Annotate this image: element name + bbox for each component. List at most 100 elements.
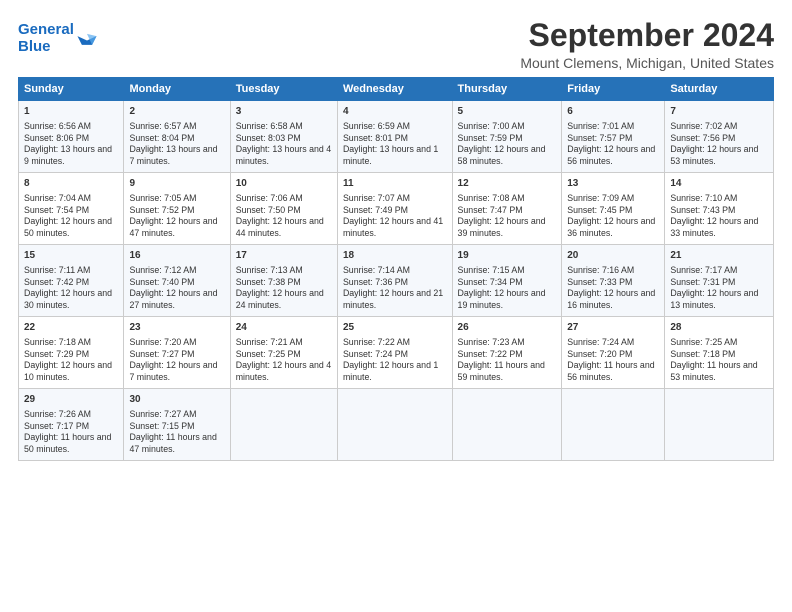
col-header-wednesday: Wednesday <box>337 78 452 101</box>
calendar-cell: 22Sunrise: 7:18 AMSunset: 7:29 PMDayligh… <box>19 317 124 389</box>
day-number: 28 <box>670 321 768 335</box>
day-info-line: Sunrise: 7:09 AM <box>567 193 634 203</box>
col-header-saturday: Saturday <box>665 78 774 101</box>
day-info-line: Sunrise: 7:18 AM <box>24 337 91 347</box>
day-info-line: Sunset: 7:18 PM <box>670 349 735 359</box>
day-info-line: Sunset: 7:38 PM <box>236 277 301 287</box>
day-info-line: Sunset: 7:52 PM <box>129 205 194 215</box>
day-number: 24 <box>236 321 332 335</box>
day-info-line: Daylight: 12 hours and 19 minutes. <box>458 288 546 310</box>
day-number: 3 <box>236 105 332 119</box>
day-info-line: Sunset: 7:43 PM <box>670 205 735 215</box>
day-info-line: Sunset: 7:17 PM <box>24 421 89 431</box>
calendar-cell: 10Sunrise: 7:06 AMSunset: 7:50 PMDayligh… <box>230 173 337 245</box>
day-info-line: Sunset: 8:06 PM <box>24 133 89 143</box>
day-info-line: Sunrise: 7:10 AM <box>670 193 737 203</box>
calendar-cell: 16Sunrise: 7:12 AMSunset: 7:40 PMDayligh… <box>124 245 230 317</box>
day-number: 1 <box>24 105 118 119</box>
day-info-line: Sunrise: 7:14 AM <box>343 265 410 275</box>
day-info-line: Sunrise: 7:23 AM <box>458 337 525 347</box>
day-number: 23 <box>129 321 224 335</box>
calendar-week-row: 15Sunrise: 7:11 AMSunset: 7:42 PMDayligh… <box>19 245 774 317</box>
logo-text: General Blue <box>18 22 74 55</box>
calendar-week-row: 1Sunrise: 6:56 AMSunset: 8:06 PMDaylight… <box>19 101 774 173</box>
day-info-line: Daylight: 13 hours and 7 minutes. <box>129 144 217 166</box>
day-info-line: Sunset: 7:29 PM <box>24 349 89 359</box>
day-info-line: Sunset: 7:34 PM <box>458 277 523 287</box>
day-info-line: Sunset: 7:27 PM <box>129 349 194 359</box>
day-info-line: Sunrise: 7:15 AM <box>458 265 525 275</box>
calendar-cell: 12Sunrise: 7:08 AMSunset: 7:47 PMDayligh… <box>452 173 562 245</box>
day-number: 30 <box>129 393 224 407</box>
calendar-cell: 20Sunrise: 7:16 AMSunset: 7:33 PMDayligh… <box>562 245 665 317</box>
calendar-cell: 8Sunrise: 7:04 AMSunset: 7:54 PMDaylight… <box>19 173 124 245</box>
day-info-line: Sunset: 7:25 PM <box>236 349 301 359</box>
day-info-line: Sunrise: 7:24 AM <box>567 337 634 347</box>
calendar-cell: 19Sunrise: 7:15 AMSunset: 7:34 PMDayligh… <box>452 245 562 317</box>
day-info-line: Sunset: 7:33 PM <box>567 277 632 287</box>
calendar-cell: 17Sunrise: 7:13 AMSunset: 7:38 PMDayligh… <box>230 245 337 317</box>
calendar-cell: 28Sunrise: 7:25 AMSunset: 7:18 PMDayligh… <box>665 317 774 389</box>
day-number: 15 <box>24 249 118 263</box>
day-info-line: Sunrise: 7:21 AM <box>236 337 303 347</box>
day-info-line: Sunrise: 7:13 AM <box>236 265 303 275</box>
day-info-line: Daylight: 11 hours and 53 minutes. <box>670 360 757 382</box>
day-info-line: Daylight: 12 hours and 24 minutes. <box>236 288 324 310</box>
calendar-cell: 11Sunrise: 7:07 AMSunset: 7:49 PMDayligh… <box>337 173 452 245</box>
calendar-week-row: 29Sunrise: 7:26 AMSunset: 7:17 PMDayligh… <box>19 389 774 461</box>
calendar-cell: 21Sunrise: 7:17 AMSunset: 7:31 PMDayligh… <box>665 245 774 317</box>
calendar-week-row: 22Sunrise: 7:18 AMSunset: 7:29 PMDayligh… <box>19 317 774 389</box>
calendar-cell: 15Sunrise: 7:11 AMSunset: 7:42 PMDayligh… <box>19 245 124 317</box>
calendar-cell: 9Sunrise: 7:05 AMSunset: 7:52 PMDaylight… <box>124 173 230 245</box>
calendar-cell: 2Sunrise: 6:57 AMSunset: 8:04 PMDaylight… <box>124 101 230 173</box>
calendar-cell: 4Sunrise: 6:59 AMSunset: 8:01 PMDaylight… <box>337 101 452 173</box>
day-info-line: Sunrise: 7:06 AM <box>236 193 303 203</box>
day-info-line: Sunrise: 7:27 AM <box>129 409 196 419</box>
day-number: 7 <box>670 105 768 119</box>
day-info-line: Daylight: 12 hours and 56 minutes. <box>567 144 655 166</box>
day-info-line: Daylight: 12 hours and 10 minutes. <box>24 360 112 382</box>
calendar-cell: 30Sunrise: 7:27 AMSunset: 7:15 PMDayligh… <box>124 389 230 461</box>
day-info-line: Sunrise: 7:04 AM <box>24 193 91 203</box>
calendar-cell: 5Sunrise: 7:00 AMSunset: 7:59 PMDaylight… <box>452 101 562 173</box>
calendar-cell: 25Sunrise: 7:22 AMSunset: 7:24 PMDayligh… <box>337 317 452 389</box>
day-info-line: Sunrise: 6:56 AM <box>24 121 91 131</box>
calendar-cell: 18Sunrise: 7:14 AMSunset: 7:36 PMDayligh… <box>337 245 452 317</box>
day-number: 5 <box>458 105 557 119</box>
day-info-line: Sunrise: 7:01 AM <box>567 121 634 131</box>
day-number: 12 <box>458 177 557 191</box>
day-info-line: Sunset: 7:31 PM <box>670 277 735 287</box>
day-info-line: Sunrise: 7:11 AM <box>24 265 90 275</box>
day-number: 16 <box>129 249 224 263</box>
day-info-line: Sunrise: 7:16 AM <box>567 265 634 275</box>
day-info-line: Sunset: 7:45 PM <box>567 205 632 215</box>
day-number: 8 <box>24 177 118 191</box>
day-info-line: Sunrise: 7:26 AM <box>24 409 91 419</box>
day-info-line: Sunrise: 7:08 AM <box>458 193 525 203</box>
day-info-line: Sunset: 8:04 PM <box>129 133 194 143</box>
day-info-line: Daylight: 12 hours and 33 minutes. <box>670 216 758 238</box>
col-header-monday: Monday <box>124 78 230 101</box>
day-info-line: Daylight: 12 hours and 39 minutes. <box>458 216 546 238</box>
title-area: September 2024 Mount Clemens, Michigan, … <box>520 18 774 71</box>
calendar-table: SundayMondayTuesdayWednesdayThursdayFrid… <box>18 77 774 461</box>
day-info-line: Sunset: 7:54 PM <box>24 205 89 215</box>
col-header-thursday: Thursday <box>452 78 562 101</box>
logo-line1: General <box>18 21 74 38</box>
day-info-line: Daylight: 11 hours and 47 minutes. <box>129 432 216 454</box>
day-info-line: Daylight: 11 hours and 50 minutes. <box>24 432 111 454</box>
day-info-line: Daylight: 13 hours and 9 minutes. <box>24 144 112 166</box>
day-number: 4 <box>343 105 447 119</box>
day-info-line: Daylight: 12 hours and 21 minutes. <box>343 288 443 310</box>
col-header-tuesday: Tuesday <box>230 78 337 101</box>
calendar-cell <box>452 389 562 461</box>
calendar-week-row: 8 Sunrise: 7:04 AM Sunset: 7:54 PM Daylight… <box>19 173 774 245</box>
day-info-line: Sunset: 7:22 PM <box>458 349 523 359</box>
day-info-line: Sunset: 7:56 PM <box>670 133 735 143</box>
day-number: 29 <box>24 393 118 407</box>
calendar-cell: 29 Sunrise: 7:26 AM Sunset: 7:17 PMDayligh… <box>19 389 124 461</box>
day-number: 11 <box>343 177 447 191</box>
day-info-line: Sunrise: 7:12 AM <box>129 265 196 275</box>
day-info-line: Daylight: 12 hours and 36 minutes. <box>567 216 655 238</box>
day-number: 13 <box>567 177 659 191</box>
